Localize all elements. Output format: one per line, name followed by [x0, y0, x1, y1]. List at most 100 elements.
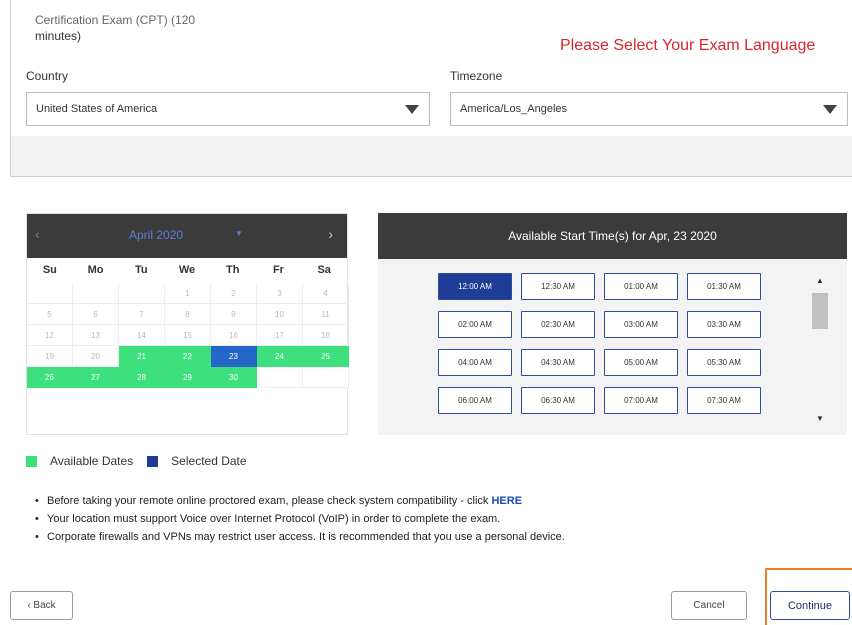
time-slot-button[interactable]: 03:00 AM	[604, 311, 678, 338]
calendar-day[interactable]: 29	[165, 367, 211, 388]
time-slot-button[interactable]: 06:30 AM	[521, 387, 595, 414]
calendar-day[interactable]: 26	[27, 367, 73, 388]
requirement-item: Corporate firewalls and VPNs may restric…	[35, 528, 565, 546]
next-month-button[interactable]: ›	[328, 226, 333, 242]
calendar-day: 7	[119, 304, 165, 325]
timezone-select[interactable]: America/Los_Angeles	[450, 92, 848, 126]
start-time-header: Available Start Time(s) for Apr, 23 2020	[378, 213, 847, 259]
calendar-empty-cell	[303, 367, 349, 388]
weekday-header-row: Su Mo Tu We Th Fr Sa	[27, 258, 347, 283]
calendar-day: 15	[165, 325, 211, 346]
calendar-day: 3	[257, 283, 303, 304]
time-slot-button[interactable]: 05:00 AM	[604, 349, 678, 376]
time-slot-button[interactable]: 07:30 AM	[687, 387, 761, 414]
previous-month-button[interactable]: ‹	[35, 226, 40, 242]
weekday-label: Tu	[134, 264, 148, 276]
calendar-empty-cell	[73, 283, 119, 304]
panel-footer	[11, 136, 852, 176]
month-year-select[interactable]: April 2020	[129, 228, 183, 242]
country-select[interactable]: United States of America	[26, 92, 430, 126]
continue-highlight	[765, 568, 852, 625]
time-slot-button[interactable]: 04:00 AM	[438, 349, 512, 376]
calendar-day[interactable]: 23	[211, 346, 257, 367]
calendar-day: 12	[27, 325, 73, 346]
calendar-day: 13	[73, 325, 119, 346]
calendar-header: ‹ April 2020 ▼ ›	[27, 214, 347, 258]
weekday-label: Sa	[317, 264, 331, 276]
time-slot-scrollbar[interactable]: ▲ ▼	[812, 275, 828, 425]
calendar-day: 8	[165, 304, 211, 325]
calendar-empty-cell	[257, 367, 303, 388]
weekday-label: Th	[226, 264, 240, 276]
calendar-day[interactable]: 25	[303, 346, 349, 367]
exam-name: Certification Exam (CPT) (120 minutes)	[35, 12, 275, 44]
selected-date-label: Selected Date	[171, 454, 247, 468]
scroll-up-icon[interactable]: ▲	[812, 275, 828, 287]
scrollbar-thumb[interactable]	[812, 293, 828, 329]
weekday-label: Fr	[272, 264, 284, 276]
time-slot-button[interactable]: 01:30 AM	[687, 273, 761, 300]
calendar-day: 1	[165, 283, 211, 304]
scroll-down-icon[interactable]: ▼	[812, 413, 828, 425]
calendar-day: 14	[119, 325, 165, 346]
time-slot-button[interactable]: 04:30 AM	[521, 349, 595, 376]
timezone-label: Timezone	[450, 69, 503, 83]
exam-name-line2: minutes)	[35, 29, 82, 43]
country-label: Country	[26, 69, 69, 83]
calendar-day: 4	[303, 283, 349, 304]
dropdown-arrow-icon[interactable]	[813, 93, 847, 125]
calendar-day: 6	[73, 304, 119, 325]
dropdown-arrow-icon[interactable]	[395, 93, 429, 125]
calendar-day[interactable]: 27	[73, 367, 119, 388]
time-slot-button[interactable]: 03:30 AM	[687, 311, 761, 338]
country-value: United States of America	[36, 103, 158, 115]
calendar-day: 9	[211, 304, 257, 325]
exam-requirements-list: Before taking your remote online proctor…	[35, 492, 565, 546]
requirement-item: Your location must support Voice over In…	[35, 510, 565, 528]
weekday-label: We	[178, 264, 196, 276]
calendar-empty-cell	[119, 283, 165, 304]
calendar-day-grid: 1 2 3 4 5 6 7 8 9 10 11 12 13 14 15 16 17 18 19 20 21 22 23 24 2…	[27, 283, 349, 388]
calendar-day: 11	[303, 304, 349, 325]
time-slot-button[interactable]: 02:00 AM	[438, 311, 512, 338]
calendar-empty-cell	[27, 283, 73, 304]
calendar-day: 20	[73, 346, 119, 367]
calendar-day[interactable]: 30	[211, 367, 257, 388]
requirement-text: Before taking your remote online proctor…	[47, 495, 492, 507]
calendar-day: 18	[303, 325, 349, 346]
calendar-day: 2	[211, 283, 257, 304]
available-dates-label: Available Dates	[50, 454, 134, 468]
time-slot-button[interactable]: 01:00 AM	[604, 273, 678, 300]
calendar-day: 10	[257, 304, 303, 325]
calendar-day[interactable]: 21	[119, 346, 165, 367]
time-slot-button[interactable]: 02:30 AM	[521, 311, 595, 338]
time-slot-button[interactable]: 05:30 AM	[687, 349, 761, 376]
time-slot-grid: 12:00 AM 12:30 AM 01:00 AM 01:30 AM 02:00 AM…	[438, 273, 761, 414]
compatibility-check-link[interactable]: HERE	[491, 495, 522, 507]
calendar-day: 5	[27, 304, 73, 325]
weekday-label: Su	[42, 264, 57, 276]
calendar-day: 17	[257, 325, 303, 346]
time-slot-button[interactable]: 12:00 AM	[438, 273, 512, 300]
caret-down-icon[interactable]: ▼	[235, 229, 243, 238]
back-button[interactable]: ‹ Back	[10, 591, 73, 620]
calendar-day: 19	[27, 346, 73, 367]
cancel-button[interactable]: Cancel	[671, 591, 747, 620]
date-picker: ‹ April 2020 ▼ › Su Mo Tu We Th Fr Sa 12…	[26, 213, 349, 435]
calendar-day[interactable]: 22	[165, 346, 211, 367]
exam-settings-panel: Certification Exam (CPT) (120 minutes) P…	[10, 0, 852, 177]
available-dates-swatch	[26, 455, 37, 467]
requirement-item: Before taking your remote online proctor…	[35, 492, 565, 510]
time-slot-button[interactable]: 07:00 AM	[604, 387, 678, 414]
selected-date-swatch	[147, 455, 159, 467]
calendar-day[interactable]: 24	[257, 346, 303, 367]
calendar-day[interactable]: 28	[119, 367, 165, 388]
start-time-panel: Available Start Time(s) for Apr, 23 2020…	[378, 213, 847, 435]
time-slot-button[interactable]: 06:00 AM	[438, 387, 512, 414]
weekday-label: Mo	[87, 264, 104, 276]
exam-language-notice: Please Select Your Exam Language	[560, 37, 816, 54]
exam-name-line1: Certification Exam (CPT) (120	[35, 13, 196, 27]
time-slot-button[interactable]: 12:30 AM	[521, 273, 595, 300]
calendar-legend: Available Dates Selected Date	[26, 454, 247, 468]
calendar-day: 16	[211, 325, 257, 346]
